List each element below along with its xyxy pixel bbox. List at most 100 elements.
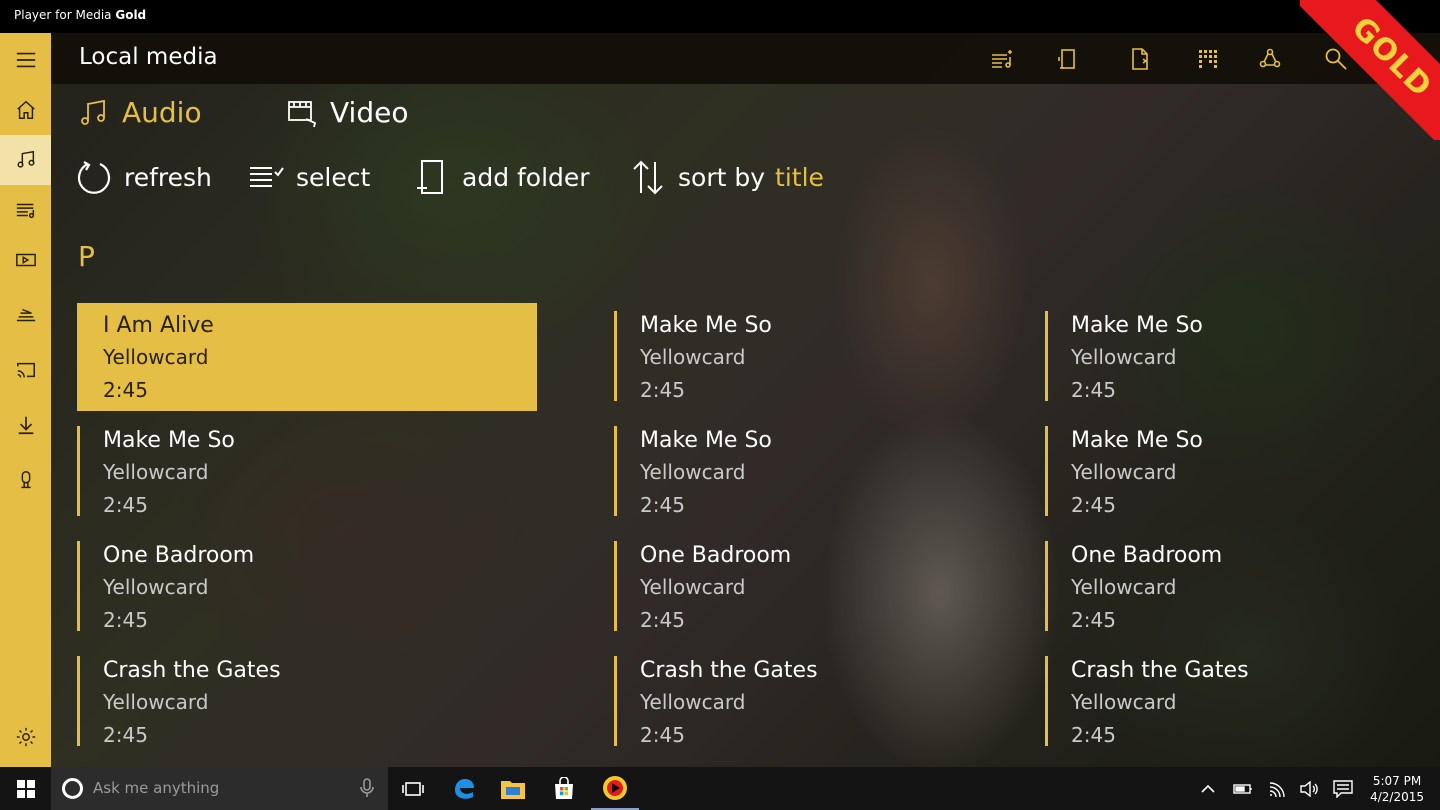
- track-duration: 2:45: [103, 608, 148, 632]
- sort-value: title: [775, 162, 824, 192]
- cortana-icon: [62, 778, 83, 799]
- window-title: Player for Media Gold: [14, 8, 146, 22]
- now-playing-list-icon[interactable]: [989, 46, 1015, 72]
- track-duration: 2:45: [103, 723, 148, 747]
- clock-time: 5:07 PM: [1372, 774, 1422, 788]
- sort-by-label: sort by: [678, 162, 766, 192]
- music-notes-icon: [81, 99, 105, 125]
- track-title: One Badroom: [103, 543, 255, 568]
- track-title: Crash the Gates: [103, 658, 281, 683]
- track-title: Make Me So: [640, 428, 772, 453]
- search-placeholder: Ask me anything: [93, 779, 220, 797]
- track-duration: 2:45: [640, 493, 685, 517]
- window-titlebar: Player for Media Gold: [0, 0, 1440, 33]
- track-item[interactable]: Crash the Gates Yellowcard 2:45: [614, 648, 1074, 756]
- file-explorer-icon[interactable]: [489, 767, 537, 810]
- sidebar: [0, 33, 51, 767]
- track-duration: 2:45: [1071, 378, 1116, 402]
- player-for-media-taskbar-icon[interactable]: [591, 767, 639, 810]
- track-artist: Yellowcard: [103, 345, 209, 369]
- wifi-icon[interactable]: [1264, 767, 1290, 810]
- track-artist: Yellowcard: [640, 690, 746, 714]
- playlist-icon[interactable]: [0, 185, 51, 235]
- task-view-icon[interactable]: [389, 767, 437, 810]
- download-icon[interactable]: [0, 400, 51, 450]
- volume-icon[interactable]: [1296, 767, 1322, 810]
- track-title: One Badroom: [640, 543, 792, 568]
- track-duration: 2:45: [640, 723, 685, 747]
- network-icon[interactable]: [0, 290, 51, 340]
- video-tape-icon[interactable]: [0, 235, 51, 285]
- taskbar-clock[interactable]: 5:07 PM 4/2/2015: [1370, 773, 1424, 805]
- equalizer-icon[interactable]: [1195, 46, 1221, 72]
- film-icon: [288, 100, 317, 127]
- track-item[interactable]: One Badroom Yellowcard 2:45: [1045, 533, 1425, 641]
- track-item[interactable]: Crash the Gates Yellowcard 2:45: [77, 648, 537, 756]
- tab-video-label: Video: [330, 96, 409, 129]
- home-icon[interactable]: [0, 85, 51, 135]
- track-artist: Yellowcard: [103, 690, 209, 714]
- track-artist: Yellowcard: [640, 460, 746, 484]
- refresh-label: refresh: [124, 162, 212, 192]
- track-artist: Yellowcard: [1071, 575, 1177, 599]
- phone-device-icon[interactable]: [1055, 46, 1081, 72]
- track-item[interactable]: Make Me So Yellowcard 2:45: [1045, 303, 1425, 411]
- windows-taskbar: Ask me anything 5:07 PM 4/2/2015: [0, 767, 1440, 810]
- track-item[interactable]: I Am Alive Yellowcard 2:45: [77, 303, 537, 411]
- track-duration: 2:45: [640, 608, 685, 632]
- track-item[interactable]: Make Me So Yellowcard 2:45: [77, 418, 537, 526]
- music-note-icon[interactable]: [0, 135, 51, 185]
- page-title: Local media: [79, 44, 218, 70]
- track-item[interactable]: Make Me So Yellowcard 2:45: [1045, 418, 1425, 526]
- track-title: One Badroom: [1071, 543, 1223, 568]
- windows-logo-icon: [16, 779, 35, 798]
- track-duration: 2:45: [103, 378, 148, 402]
- track-artist: Yellowcard: [640, 575, 746, 599]
- track-artist: Yellowcard: [1071, 460, 1177, 484]
- edge-browser-icon[interactable]: [440, 767, 488, 810]
- track-artist: Yellowcard: [103, 460, 209, 484]
- add-folder-label: add folder: [462, 162, 590, 192]
- track-item[interactable]: One Badroom Yellowcard 2:45: [77, 533, 537, 641]
- battery-icon[interactable]: [1230, 767, 1256, 810]
- gold-badge-label: GOLD: [1344, 9, 1440, 105]
- track-artist: Yellowcard: [1071, 690, 1177, 714]
- track-title: Crash the Gates: [640, 658, 818, 683]
- refresh-button[interactable]: refresh: [76, 158, 212, 196]
- sort-by-button[interactable]: sort by title: [630, 158, 824, 196]
- track-title: Make Me So: [1071, 428, 1203, 453]
- media-share-icon[interactable]: [1257, 46, 1283, 72]
- refresh-icon: [77, 161, 111, 194]
- hamburger-menu-icon[interactable]: [0, 35, 51, 85]
- track-title: I Am Alive: [103, 313, 214, 338]
- action-center-icon[interactable]: [1330, 767, 1356, 810]
- track-item[interactable]: Crash the Gates Yellowcard 2:45: [1045, 648, 1425, 756]
- start-button[interactable]: [0, 767, 51, 810]
- file-open-icon[interactable]: [1127, 46, 1153, 72]
- add-folder-icon: [417, 160, 443, 194]
- track-duration: 2:45: [103, 493, 148, 517]
- track-title: Make Me So: [640, 313, 772, 338]
- store-icon[interactable]: [540, 767, 588, 810]
- add-folder-button[interactable]: add folder: [414, 158, 590, 196]
- search-box[interactable]: Ask me anything: [51, 767, 388, 810]
- gear-icon[interactable]: [0, 712, 51, 762]
- group-header-letter: P: [78, 240, 95, 273]
- tab-audio-label: Audio: [122, 96, 202, 129]
- select-button[interactable]: select: [248, 158, 370, 196]
- cast-icon[interactable]: [0, 345, 51, 395]
- gold-badge: GOLD: [1300, 0, 1440, 140]
- select-list-icon: [250, 167, 284, 187]
- tab-video[interactable]: Video: [286, 96, 408, 129]
- podcast-icon[interactable]: [0, 455, 51, 505]
- track-artist: Yellowcard: [1071, 345, 1177, 369]
- tab-audio[interactable]: Audio: [78, 96, 202, 129]
- track-item[interactable]: One Badroom Yellowcard 2:45: [614, 533, 1074, 641]
- track-artist: Yellowcard: [640, 345, 746, 369]
- show-hidden-icons-chevron-icon[interactable]: [1196, 767, 1220, 810]
- track-item[interactable]: Make Me So Yellowcard 2:45: [614, 303, 1074, 411]
- clock-date: 4/2/2015: [1370, 790, 1424, 804]
- microphone-icon[interactable]: [360, 778, 374, 802]
- track-item[interactable]: Make Me So Yellowcard 2:45: [614, 418, 1074, 526]
- track-title: Crash the Gates: [1071, 658, 1249, 683]
